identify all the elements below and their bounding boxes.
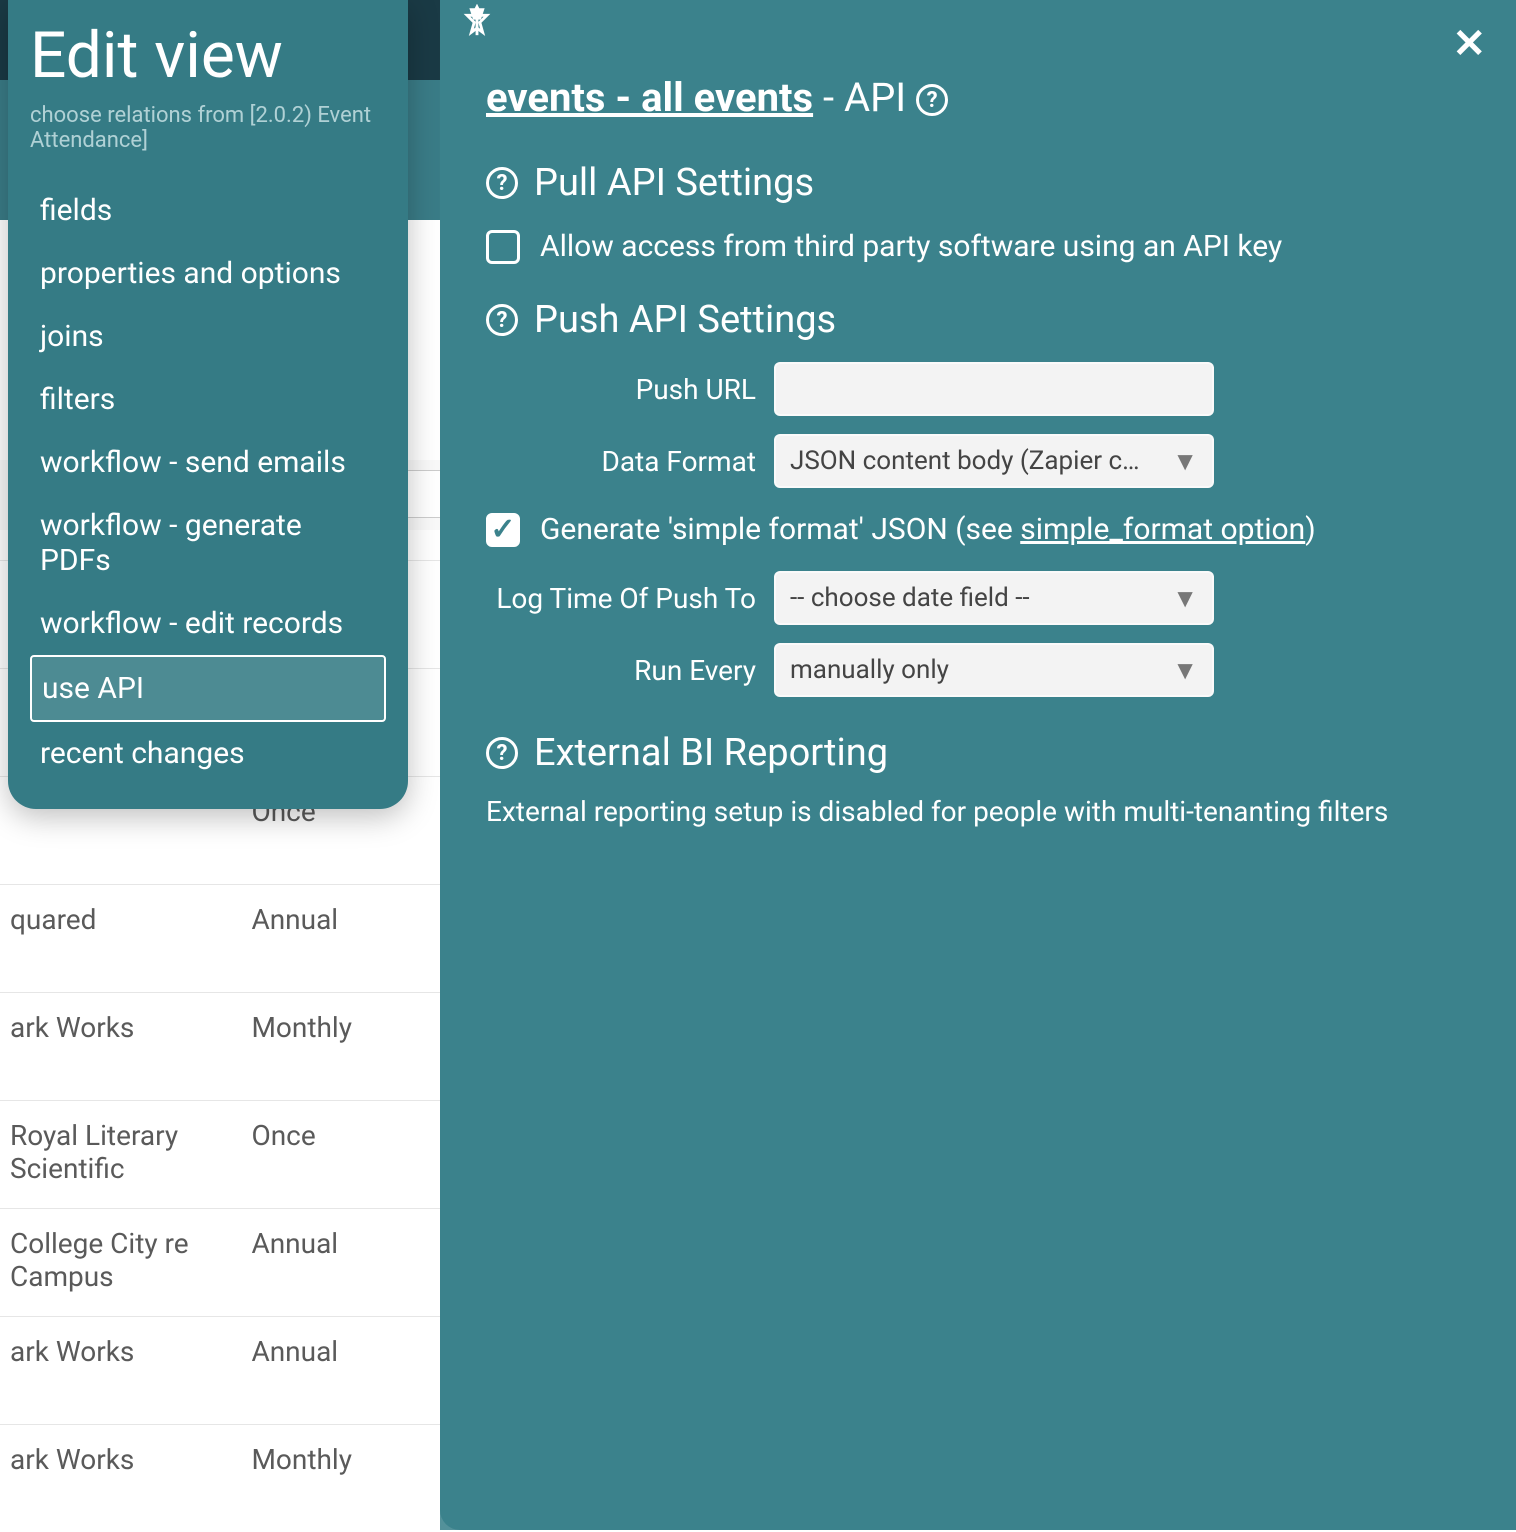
- run-every-row: Run Every manually only ▼: [486, 643, 1470, 697]
- edit-view-item[interactable]: recent changes: [30, 722, 386, 785]
- run-every-value: manually only: [790, 655, 949, 685]
- table-cell: Royal Literary Scientific: [0, 1119, 241, 1185]
- table-cell: Monthly: [241, 1011, 454, 1044]
- pin-icon[interactable]: [460, 4, 494, 38]
- edit-view-item[interactable]: workflow - send emails: [30, 431, 386, 494]
- push-section-head: ? Push API Settings: [486, 298, 1470, 342]
- bi-section-head: ? External BI Reporting: [486, 731, 1470, 775]
- push-url-label: Push URL: [486, 373, 756, 406]
- pull-section-head: ? Pull API Settings: [486, 161, 1470, 205]
- simple-format-label: Generate 'simple format' JSON (see simpl…: [540, 512, 1316, 547]
- modal-title-link[interactable]: events - all events: [486, 74, 813, 121]
- edit-view-item[interactable]: workflow - edit records: [30, 592, 386, 655]
- log-time-value: -- choose date field --: [790, 583, 1030, 613]
- modal-title: events - all events - API ?: [486, 74, 1470, 121]
- table-cell: Annual: [241, 1335, 454, 1368]
- log-time-select[interactable]: -- choose date field -- ▼: [774, 571, 1214, 625]
- chevron-down-icon: ▼: [1172, 655, 1198, 686]
- chevron-down-icon: ▼: [1172, 446, 1198, 477]
- simple-format-prefix: Generate 'simple format' JSON (see: [540, 512, 1020, 547]
- edit-view-item[interactable]: fields: [30, 179, 386, 242]
- simple-format-row[interactable]: ✓ Generate 'simple format' JSON (see sim…: [486, 512, 1470, 547]
- log-time-row: Log Time Of Push To -- choose date field…: [486, 571, 1470, 625]
- help-icon[interactable]: ?: [916, 84, 948, 116]
- simple-format-suffix: ): [1305, 512, 1315, 547]
- run-every-select[interactable]: manually only ▼: [774, 643, 1214, 697]
- table-cell: Once: [241, 1119, 454, 1152]
- edit-view-item[interactable]: filters: [30, 368, 386, 431]
- table-cell: ark Works: [0, 1443, 241, 1476]
- log-time-label: Log Time Of Push To: [486, 582, 756, 615]
- close-icon[interactable]: ✕: [1452, 20, 1486, 67]
- table-cell: ark Works: [0, 1335, 241, 1368]
- data-format-label: Data Format: [486, 445, 756, 478]
- pull-allow-access-label: Allow access from third party software u…: [540, 229, 1282, 264]
- pull-section-label: Pull API Settings: [534, 161, 814, 205]
- table-cell: Annual: [241, 1227, 454, 1260]
- data-format-select[interactable]: JSON content body (Zapier c… ▼: [774, 434, 1214, 488]
- edit-view-item[interactable]: use API: [30, 655, 386, 722]
- checkbox-checked-icon[interactable]: ✓: [486, 513, 520, 547]
- push-url-input[interactable]: [774, 362, 1214, 416]
- help-icon[interactable]: ?: [486, 737, 518, 769]
- simple-format-link[interactable]: simple_format option: [1020, 512, 1305, 547]
- table-cell: Monthly: [241, 1443, 454, 1476]
- push-section-label: Push API Settings: [534, 298, 836, 342]
- table-cell: Annual: [241, 903, 454, 936]
- edit-view-item[interactable]: properties and options: [30, 242, 386, 305]
- table-cell: quared: [0, 903, 241, 936]
- data-format-value: JSON content body (Zapier c…: [790, 446, 1140, 476]
- edit-view-panel: Edit view choose relations from [2.0.2) …: [8, 0, 408, 809]
- bi-section-label: External BI Reporting: [534, 731, 888, 775]
- edit-view-title: Edit view: [30, 18, 386, 93]
- pull-allow-access-row[interactable]: Allow access from third party software u…: [486, 229, 1470, 264]
- edit-view-subtitle: choose relations from [2.0.2) Event Atte…: [30, 103, 386, 153]
- chevron-down-icon: ▼: [1172, 583, 1198, 614]
- edit-view-item[interactable]: joins: [30, 305, 386, 368]
- bi-disabled-note: External reporting setup is disabled for…: [486, 795, 1470, 828]
- help-icon[interactable]: ?: [486, 167, 518, 199]
- edit-view-menu: fieldsproperties and optionsjoinsfilters…: [30, 179, 386, 785]
- run-every-label: Run Every: [486, 654, 756, 687]
- table-cell: ark Works: [0, 1011, 241, 1044]
- help-icon[interactable]: ?: [486, 304, 518, 336]
- table-cell: College City re Campus: [0, 1227, 241, 1293]
- checkbox-unchecked-icon[interactable]: [486, 230, 520, 264]
- modal-title-suffix: - API: [813, 74, 906, 121]
- data-format-row: Data Format JSON content body (Zapier c……: [486, 434, 1470, 488]
- api-settings-modal: ✕ events - all events - API ? ? Pull API…: [440, 0, 1516, 1530]
- push-url-row: Push URL: [486, 362, 1470, 416]
- edit-view-item[interactable]: workflow - generate PDFs: [30, 494, 386, 592]
